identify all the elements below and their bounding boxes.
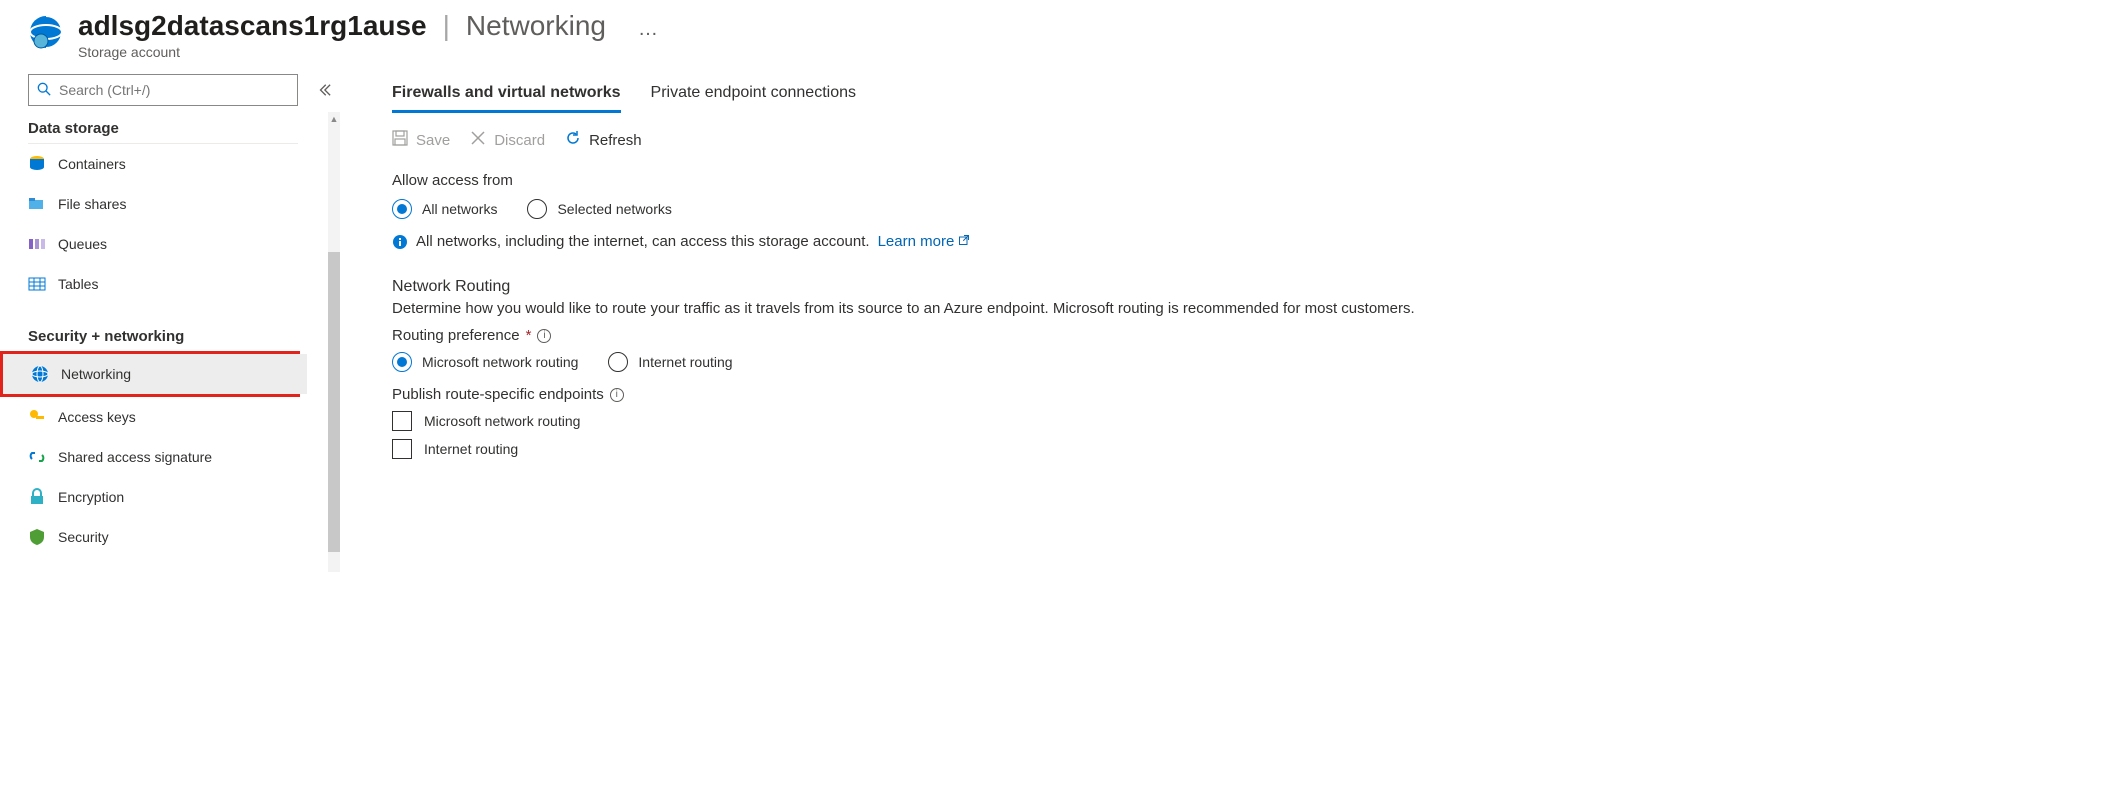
learn-more-label: Learn more <box>878 233 955 250</box>
radio-label: Internet routing <box>638 354 732 370</box>
radio-label: Selected networks <box>557 201 671 217</box>
radio-icon <box>392 352 412 372</box>
sidebar-nav: Data storage Containers File shares Queu… <box>0 112 300 577</box>
folder-share-icon <box>28 195 46 213</box>
resource-title: adlsg2datascans1rg1ause <box>78 10 427 42</box>
key-icon <box>28 408 46 426</box>
search-input[interactable] <box>59 82 289 98</box>
radio-icon <box>392 199 412 219</box>
network-routing-title: Network Routing <box>392 278 2092 296</box>
help-icon[interactable]: i <box>610 388 624 402</box>
scrollbar-thumb[interactable] <box>328 252 340 552</box>
sidebar-item-label: Shared access signature <box>58 449 212 465</box>
refresh-icon <box>565 130 581 150</box>
sidebar-item-label: File shares <box>58 196 126 212</box>
sidebar-item-label: Security <box>58 529 109 545</box>
help-icon[interactable]: i <box>537 329 551 343</box>
radio-internet-routing[interactable]: Internet routing <box>608 352 732 372</box>
sidebar-item-encryption[interactable]: Encryption <box>28 477 300 517</box>
routing-preference-label: Routing preference <box>392 327 520 344</box>
main-content: Firewalls and virtual networks Private e… <box>340 66 2120 577</box>
shield-icon <box>28 528 46 546</box>
search-input-wrapper[interactable] <box>28 74 298 106</box>
discard-button[interactable]: Discard <box>470 130 545 150</box>
radio-label: Microsoft network routing <box>422 354 578 370</box>
external-link-icon <box>958 233 970 250</box>
save-label: Save <box>416 132 450 149</box>
required-indicator: * <box>526 327 532 344</box>
sidebar-scrollbar[interactable]: ▲ <box>328 112 340 572</box>
tab-private-endpoints[interactable]: Private endpoint connections <box>651 76 856 112</box>
more-actions-button[interactable]: … <box>638 18 658 41</box>
sidebar-item-security[interactable]: Security <box>28 517 300 557</box>
queue-icon <box>28 235 46 253</box>
radio-label: All networks <box>422 201 497 217</box>
sidebar-item-containers[interactable]: Containers <box>28 144 300 184</box>
refresh-label: Refresh <box>589 132 642 149</box>
sidebar-item-label: Queues <box>58 236 107 252</box>
title-separator: | <box>439 10 454 42</box>
sidebar-item-networking[interactable]: Networking <box>3 354 307 394</box>
tab-strip: Firewalls and virtual networks Private e… <box>392 76 2092 112</box>
info-text: All networks, including the internet, ca… <box>416 233 870 250</box>
allow-access-label: Allow access from <box>392 172 2092 189</box>
save-icon <box>392 130 408 150</box>
network-routing-desc: Determine how you would like to route yo… <box>392 300 2092 317</box>
sidebar-group-security-networking: Security + networking <box>28 320 298 351</box>
sidebar-item-shared-access-signature[interactable]: Shared access signature <box>28 437 300 477</box>
search-icon <box>37 82 51 99</box>
tab-firewalls-vnets[interactable]: Firewalls and virtual networks <box>392 76 621 112</box>
storage-globe-icon <box>28 14 64 50</box>
checkbox-icon <box>392 439 412 459</box>
lock-icon <box>28 488 46 506</box>
link-icon <box>28 448 46 466</box>
sidebar-item-label: Access keys <box>58 409 136 425</box>
sidebar-item-label: Encryption <box>58 489 124 505</box>
radio-icon <box>527 199 547 219</box>
sidebar-item-label: Containers <box>58 156 126 172</box>
globe-icon <box>31 365 49 383</box>
checkbox-internet-routing[interactable]: Internet routing <box>392 439 2092 459</box>
page-header: adlsg2datascans1rg1ause | Networking … S… <box>0 0 2120 66</box>
radio-icon <box>608 352 628 372</box>
info-message: All networks, including the internet, ca… <box>392 233 2092 250</box>
blade-title: Networking <box>466 10 606 42</box>
container-icon <box>28 155 46 173</box>
command-bar: Save Discard Refresh <box>392 130 2092 150</box>
collapse-sidebar-button[interactable] <box>312 78 336 102</box>
sidebar-item-label: Tables <box>58 276 98 292</box>
publish-endpoints-label: Publish route-specific endpoints <box>392 386 604 403</box>
sidebar-item-file-shares[interactable]: File shares <box>28 184 300 224</box>
sidebar-group-data-storage: Data storage <box>28 112 298 144</box>
sidebar-item-label: Networking <box>61 366 131 382</box>
checkbox-ms-routing[interactable]: Microsoft network routing <box>392 411 2092 431</box>
save-button[interactable]: Save <box>392 130 450 150</box>
radio-selected-networks[interactable]: Selected networks <box>527 199 671 219</box>
sidebar-item-queues[interactable]: Queues <box>28 224 300 264</box>
checkbox-icon <box>392 411 412 431</box>
learn-more-link[interactable]: Learn more <box>878 233 971 250</box>
service-type-label: Storage account <box>78 44 658 60</box>
table-icon <box>28 275 46 293</box>
sidebar-item-access-keys[interactable]: Access keys <box>28 397 300 437</box>
info-icon <box>392 234 408 250</box>
radio-microsoft-routing[interactable]: Microsoft network routing <box>392 352 578 372</box>
checkbox-label: Microsoft network routing <box>424 413 580 429</box>
sidebar-item-tables[interactable]: Tables <box>28 264 300 304</box>
radio-all-networks[interactable]: All networks <box>392 199 497 219</box>
discard-icon <box>470 130 486 150</box>
refresh-button[interactable]: Refresh <box>565 130 642 150</box>
checkbox-label: Internet routing <box>424 441 518 457</box>
discard-label: Discard <box>494 132 545 149</box>
